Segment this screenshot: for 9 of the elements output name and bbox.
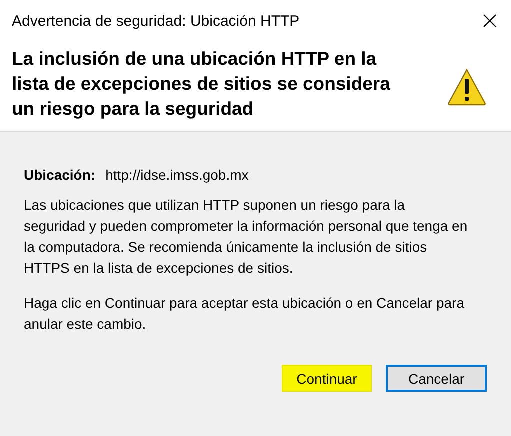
warning-icon xyxy=(447,68,487,106)
dialog-heading: La inclusión de una ubicación HTTP en la lista de excepciones de sitios se considera un riesgo para la seguridad xyxy=(12,47,392,121)
dialog-button[interactable]: Continuar xyxy=(282,365,372,392)
window-title: Advertencia de seguridad: Ubicación HTTP xyxy=(12,12,300,30)
message-text: Haga clic en Continuar para aceptar esta ubicación o en Cancelar para anular este cambio. xyxy=(24,294,466,334)
dialog-button[interactable]: Cancelar xyxy=(386,365,487,392)
location-label: Ubicación: xyxy=(24,167,96,183)
location-value: http://idse.imss.gob.mx xyxy=(106,167,249,183)
message-text: Las ubicaciones que utilizan HTTP suponen un riesgo para la seguridad y pueden comprometer la información personal que tenga en la computadora. Se recomienda únicamente la inclusión de sitios HTTPS en la lista de excepciones de sitios. xyxy=(24,196,469,278)
